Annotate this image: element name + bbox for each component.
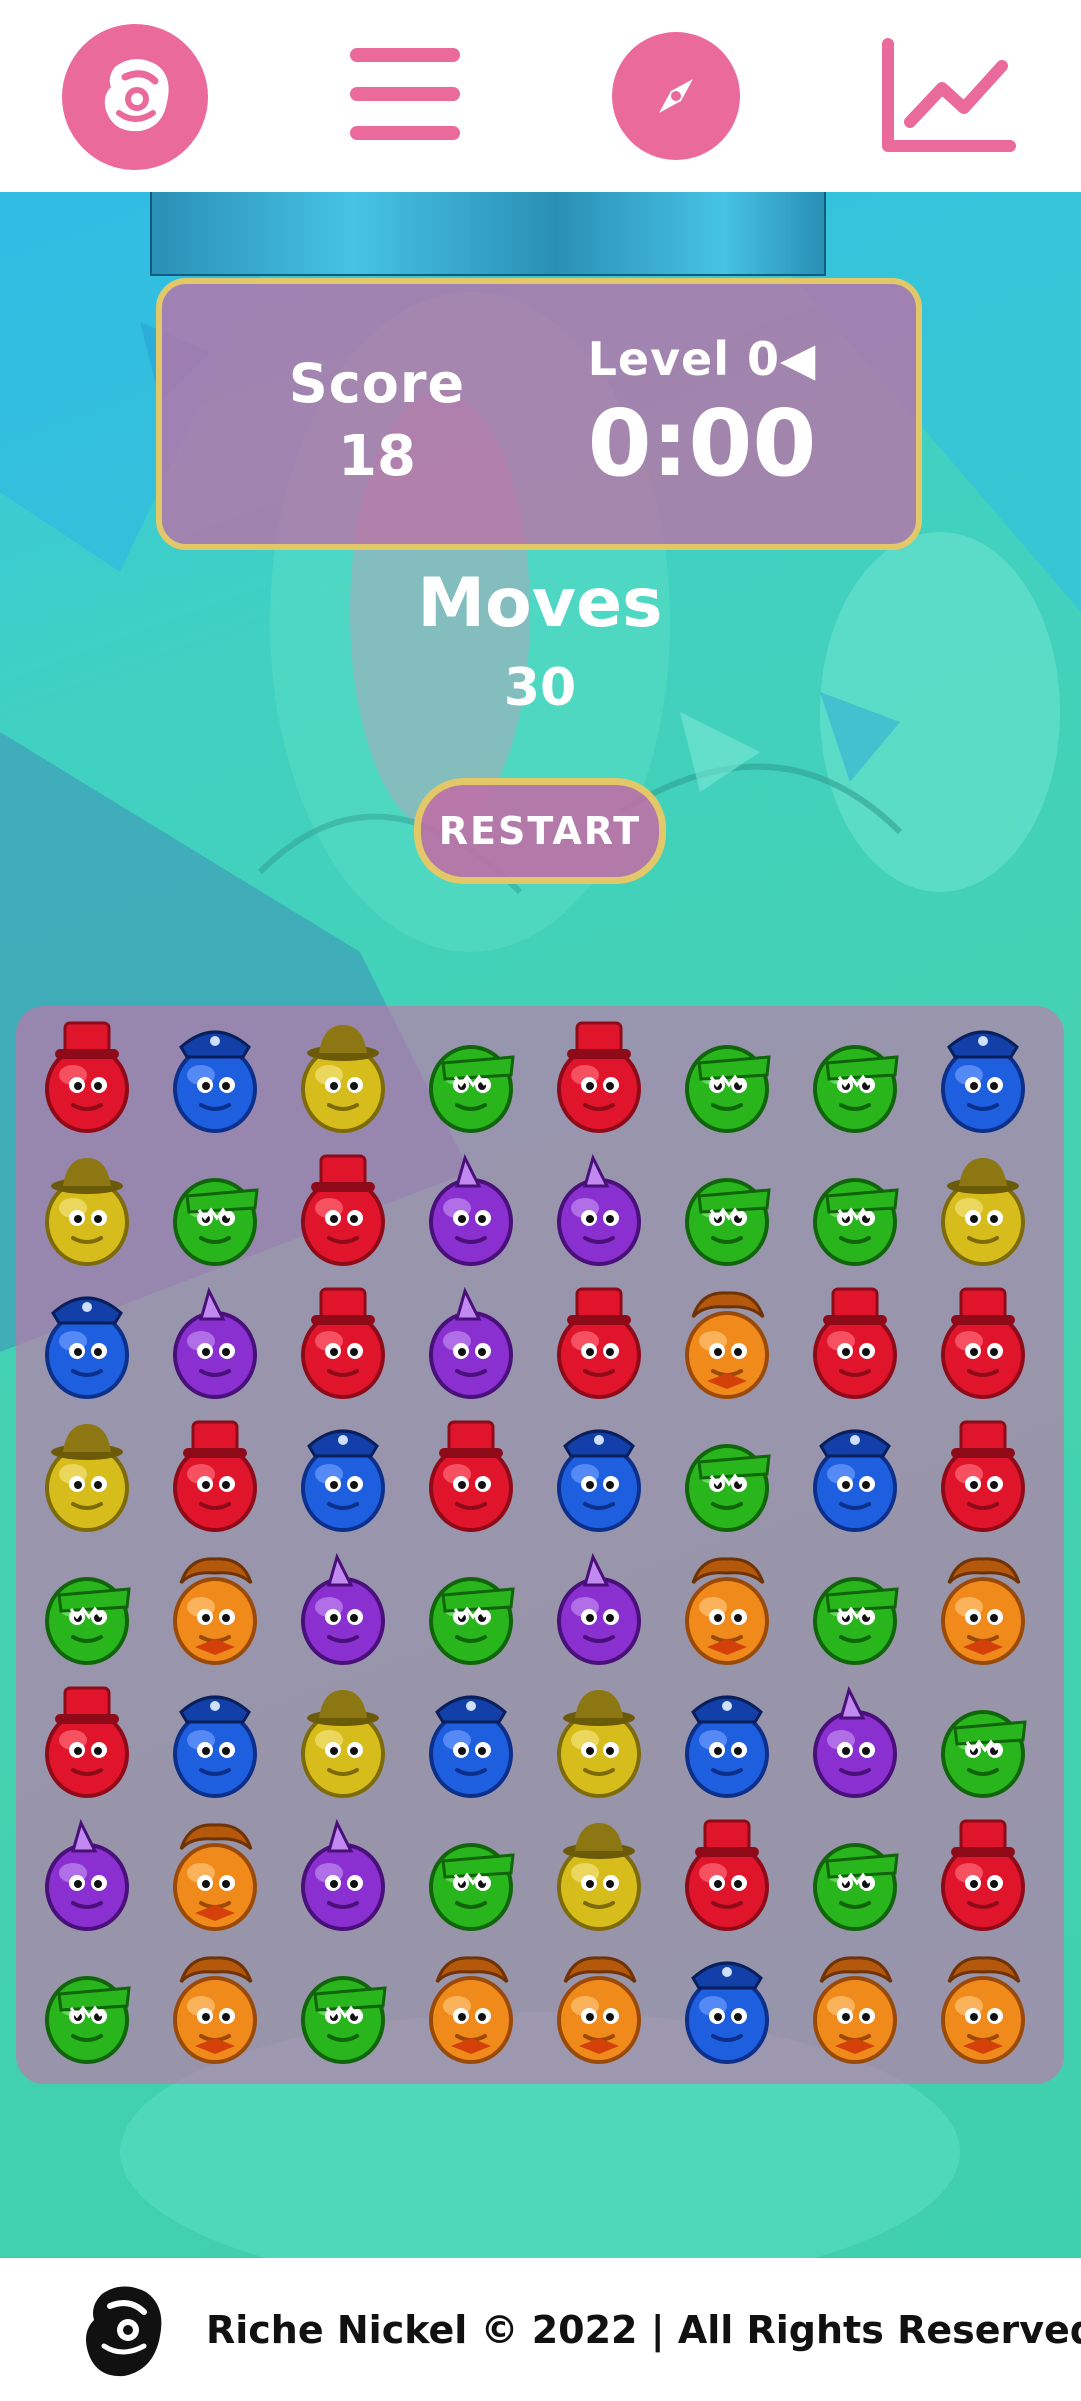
green-crocodile-piece[interactable] [792, 1546, 918, 1674]
orange-bowtie-kid-piece[interactable] [664, 1280, 790, 1408]
red-top-hat-piece[interactable] [920, 1413, 1046, 1541]
score-panel: Score 18 Level 0◀ 0:00 [156, 278, 922, 550]
green-crocodile-piece[interactable] [920, 1679, 1046, 1807]
purple-rhino-piece[interactable] [792, 1679, 918, 1807]
top-nav [0, 0, 1081, 192]
green-crocodile-piece[interactable] [152, 1147, 278, 1275]
red-top-hat-piece[interactable] [792, 1280, 918, 1408]
red-top-hat-piece[interactable] [24, 1014, 150, 1142]
green-crocodile-piece[interactable] [24, 1546, 150, 1674]
red-top-hat-piece[interactable] [408, 1413, 534, 1541]
green-crocodile-piece[interactable] [408, 1812, 534, 1940]
blue-police-boar-piece[interactable] [664, 1945, 790, 2073]
green-crocodile-piece[interactable] [792, 1812, 918, 1940]
red-top-hat-piece[interactable] [280, 1280, 406, 1408]
purple-rhino-piece[interactable] [536, 1546, 662, 1674]
green-crocodile-piece[interactable] [280, 1945, 406, 2073]
orange-bowtie-kid-piece[interactable] [920, 1945, 1046, 2073]
purple-rhino-piece[interactable] [280, 1546, 406, 1674]
compass-icon[interactable] [612, 32, 740, 160]
orange-bowtie-kid-piece[interactable] [408, 1945, 534, 2073]
blue-police-boar-piece[interactable] [152, 1014, 278, 1142]
blue-police-boar-piece[interactable] [920, 1014, 1046, 1142]
yellow-fedora-duck-piece[interactable] [280, 1679, 406, 1807]
red-top-hat-piece[interactable] [664, 1812, 790, 1940]
red-top-hat-piece[interactable] [920, 1812, 1046, 1940]
red-top-hat-piece[interactable] [24, 1679, 150, 1807]
green-crocodile-piece[interactable] [792, 1147, 918, 1275]
footer: Riche Nickel © 2022 | All Rights Reserve… [0, 2258, 1081, 2401]
moves-value: 30 [503, 658, 577, 718]
yellow-fedora-duck-piece[interactable] [920, 1147, 1046, 1275]
blue-police-boar-piece[interactable] [792, 1413, 918, 1541]
green-crocodile-piece[interactable] [792, 1014, 918, 1142]
red-top-hat-piece[interactable] [536, 1014, 662, 1142]
riche-nickel-footer-logo-icon [74, 2280, 174, 2384]
purple-rhino-piece[interactable] [152, 1280, 278, 1408]
green-crocodile-piece[interactable] [664, 1147, 790, 1275]
green-crocodile-piece[interactable] [664, 1014, 790, 1142]
orange-bowtie-kid-piece[interactable] [152, 1812, 278, 1940]
line-chart-icon[interactable] [880, 38, 1016, 156]
tube-decoration [150, 192, 826, 276]
riche-nickel-logo-icon[interactable] [62, 24, 208, 170]
orange-bowtie-kid-piece[interactable] [920, 1546, 1046, 1674]
green-crocodile-piece[interactable] [408, 1014, 534, 1142]
blue-police-boar-piece[interactable] [152, 1679, 278, 1807]
red-top-hat-piece[interactable] [280, 1147, 406, 1275]
blue-police-boar-piece[interactable] [536, 1413, 662, 1541]
game-board [16, 1006, 1064, 2084]
level-label: Level 0◀ [587, 332, 817, 386]
green-crocodile-piece[interactable] [664, 1413, 790, 1541]
purple-rhino-piece[interactable] [24, 1812, 150, 1940]
orange-bowtie-kid-piece[interactable] [792, 1945, 918, 2073]
blue-police-boar-piece[interactable] [664, 1679, 790, 1807]
moves-label: Moves [417, 564, 663, 643]
red-top-hat-piece[interactable] [920, 1280, 1046, 1408]
yellow-fedora-duck-piece[interactable] [536, 1812, 662, 1940]
purple-rhino-piece[interactable] [408, 1147, 534, 1275]
yellow-fedora-duck-piece[interactable] [24, 1413, 150, 1541]
hamburger-menu-icon[interactable] [348, 42, 462, 146]
orange-bowtie-kid-piece[interactable] [152, 1945, 278, 2073]
purple-rhino-piece[interactable] [280, 1812, 406, 1940]
yellow-fedora-duck-piece[interactable] [280, 1014, 406, 1142]
blue-police-boar-piece[interactable] [24, 1280, 150, 1408]
game-area: Score 18 Level 0◀ 0:00 Moves 30 RESTART [0, 192, 1081, 2258]
green-crocodile-piece[interactable] [408, 1546, 534, 1674]
copyright-text: Riche Nickel © 2022 | All Rights Reserve… [206, 2308, 1081, 2352]
yellow-fedora-duck-piece[interactable] [24, 1147, 150, 1275]
blue-police-boar-piece[interactable] [280, 1413, 406, 1541]
yellow-fedora-duck-piece[interactable] [536, 1679, 662, 1807]
green-crocodile-piece[interactable] [24, 1945, 150, 2073]
orange-bowtie-kid-piece[interactable] [536, 1945, 662, 2073]
orange-bowtie-kid-piece[interactable] [664, 1546, 790, 1674]
purple-rhino-piece[interactable] [536, 1147, 662, 1275]
red-top-hat-piece[interactable] [152, 1413, 278, 1541]
purple-rhino-piece[interactable] [408, 1280, 534, 1408]
score-label: Score [288, 352, 466, 415]
restart-button[interactable]: RESTART [414, 778, 666, 884]
score-value: 18 [338, 424, 416, 489]
timer: 0:00 [587, 390, 817, 497]
blue-police-boar-piece[interactable] [408, 1679, 534, 1807]
orange-bowtie-kid-piece[interactable] [152, 1546, 278, 1674]
red-top-hat-piece[interactable] [536, 1280, 662, 1408]
